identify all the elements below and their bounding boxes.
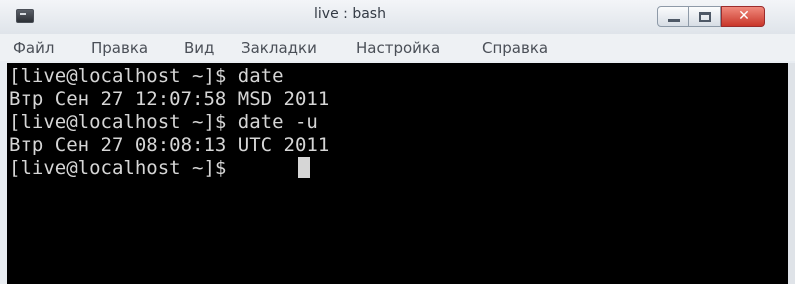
maximize-button[interactable] [689, 6, 721, 27]
minimize-icon [668, 19, 680, 22]
terminal-prompt-line: [live@localhost ~]$ [9, 157, 238, 179]
terminal-line: [live@localhost ~]$ date -u [9, 111, 318, 133]
window-border [788, 63, 795, 284]
terminal-line: Втр Сен 27 12:07:58 MSD 2011 [9, 88, 330, 110]
title-bar[interactable]: live : bash ✕ [0, 0, 795, 34]
terminal-output[interactable]: [live@localhost ~]$ date Втр Сен 27 12:0… [7, 63, 788, 284]
terminal-line: Втр Сен 27 08:08:13 UTC 2011 [9, 134, 330, 156]
text-cursor [298, 157, 310, 178]
window-title: live : bash [314, 6, 386, 22]
maximize-icon [699, 12, 711, 22]
menu-item-settings[interactable]: Настройка [356, 39, 440, 57]
menu-bar: Файл Правка Вид Закладки Настройка Справ… [0, 34, 795, 61]
menu-item-view[interactable]: Вид [184, 39, 214, 57]
menu-item-bookmarks[interactable]: Закладки [241, 39, 317, 57]
terminal-line: [live@localhost ~]$ date [9, 65, 284, 87]
close-button[interactable]: ✕ [721, 6, 765, 27]
menu-item-file[interactable]: Файл [13, 39, 54, 57]
menu-item-help[interactable]: Справка [482, 39, 548, 57]
menu-item-edit[interactable]: Правка [91, 39, 148, 57]
terminal-window: live : bash ✕ Файл Правка Вид Закладки Н… [0, 0, 795, 284]
close-icon: ✕ [738, 8, 750, 24]
minimize-button[interactable] [657, 6, 689, 27]
